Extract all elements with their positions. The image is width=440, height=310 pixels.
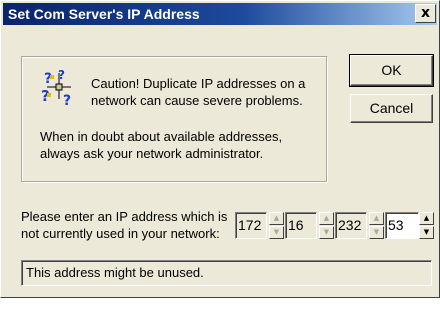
ip-octet-3-spinner[interactable]: ▲ ▼ — [369, 212, 384, 239]
spin-up-icon[interactable]: ▲ — [269, 212, 284, 225]
ip-octet-4-input[interactable]: 53 — [385, 212, 419, 239]
cancel-button[interactable]: Cancel — [350, 94, 433, 123]
spin-down-icon[interactable]: ▼ — [319, 226, 334, 239]
ip-octet-3-field: 232 ▲ ▼ — [335, 212, 384, 239]
ip-octet-2-input[interactable]: 16 — [285, 212, 317, 239]
advice-message: When in doubt about available addresses,… — [40, 129, 283, 161]
spin-down-icon[interactable]: ▼ — [419, 226, 434, 239]
spin-down-icon[interactable]: ▼ — [369, 226, 384, 239]
close-button[interactable]: x — [415, 4, 436, 23]
status-field: This address might be unused. — [21, 260, 432, 286]
ip-octet-1-spinner[interactable]: ▲ ▼ — [269, 212, 284, 239]
svg-text:?: ? — [58, 68, 65, 82]
ip-octet-4-field: 53 ▲ ▼ — [385, 212, 434, 239]
ip-octet-2-field: 16 ▲ ▼ — [285, 212, 334, 239]
ip-prompt-label: Please enter an IP address which is not … — [21, 209, 228, 241]
ip-octet-1-field: 172 ▲ ▼ — [235, 212, 284, 239]
ip-octet-3-input[interactable]: 232 — [335, 212, 367, 239]
ip-octet-4-spinner[interactable]: ▲ ▼ — [419, 212, 434, 239]
spin-down-icon[interactable]: ▼ — [269, 226, 284, 239]
spin-up-icon[interactable]: ▲ — [419, 212, 434, 225]
caution-message: Caution! Duplicate IP addresses on a net… — [91, 76, 306, 108]
title-bar[interactable]: Set Com Server's IP Address x — [3, 3, 437, 25]
ok-button[interactable]: OK — [349, 54, 434, 87]
svg-text:?: ? — [63, 93, 71, 107]
ip-address-dialog: Set Com Server's IP Address x ? ? ? ? Ca… — [0, 0, 440, 298]
ip-octet-2-spinner[interactable]: ▲ ▼ — [319, 212, 334, 239]
ip-octet-1-input[interactable]: 172 — [235, 212, 267, 239]
spin-up-icon[interactable]: ▲ — [319, 212, 334, 225]
help-question-icon: ? ? ? ? — [41, 68, 71, 107]
spin-up-icon[interactable]: ▲ — [369, 212, 384, 225]
window-title: Set Com Server's IP Address — [8, 6, 200, 22]
